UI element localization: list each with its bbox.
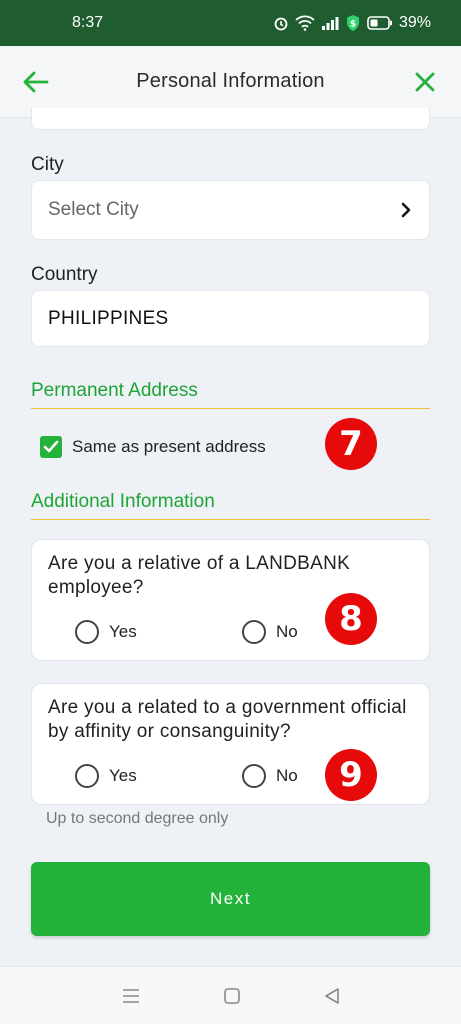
radio-label: No [276, 766, 298, 785]
hint-text: Up to second degree only [46, 810, 229, 827]
step-badge-7: 7 [325, 418, 377, 470]
battery-percent: 39% [398, 14, 431, 31]
system-nav-bar [0, 966, 461, 1024]
check-icon [43, 440, 59, 453]
permanent-address-title: Permanent Address [31, 380, 430, 409]
radio-button[interactable] [75, 764, 99, 788]
svg-text:$: $ [350, 20, 356, 30]
status-bar: 8:37 $ 39% [0, 0, 461, 46]
same-address-checkbox[interactable] [40, 436, 62, 458]
previous-field-edge [31, 108, 430, 130]
radio-option-no[interactable]: No [242, 764, 298, 788]
alarm-icon [274, 17, 288, 31]
country-field[interactable]: PHILIPPINES [31, 290, 430, 347]
wifi-icon [295, 15, 315, 31]
menu-icon[interactable] [122, 988, 140, 1004]
next-button[interactable]: Next [31, 862, 430, 936]
radio-button[interactable] [75, 620, 99, 644]
page-title: Personal Information [136, 70, 325, 92]
shield-dollar-icon: $ [346, 15, 359, 31]
radio-button[interactable] [242, 764, 266, 788]
battery-icon [367, 16, 392, 30]
back-button[interactable] [18, 64, 54, 100]
arrow-left-icon [23, 71, 49, 92]
signal-icon [321, 17, 339, 30]
question-text: Are you a related to a government offici… [48, 697, 407, 742]
back-triangle-icon[interactable] [324, 987, 340, 1005]
radio-option-yes[interactable]: Yes [75, 764, 137, 788]
city-label: City [31, 154, 64, 175]
status-icons: $ 39% [273, 14, 431, 32]
radio-label: No [276, 622, 298, 641]
country-label: Country [31, 264, 98, 285]
step-badge-8: 8 [325, 593, 377, 645]
radio-button[interactable] [242, 620, 266, 644]
additional-information-title: Additional Information [31, 491, 430, 520]
city-placeholder: Select City [48, 199, 139, 220]
radio-option-no[interactable]: No [242, 620, 298, 644]
question-card-landbank: Are you a relative of a LANDBANK employe… [31, 539, 430, 661]
step-badge-9: 9 [325, 749, 377, 801]
radio-label: Yes [109, 766, 137, 785]
status-time: 8:37 [72, 14, 104, 31]
home-icon[interactable] [223, 987, 241, 1005]
close-icon [415, 72, 435, 91]
chevron-right-icon [399, 201, 413, 219]
country-value: PHILIPPINES [48, 307, 169, 329]
close-button[interactable] [407, 64, 443, 100]
same-address-checkbox-row[interactable]: Same as present address [40, 436, 266, 458]
radio-option-yes[interactable]: Yes [75, 620, 137, 644]
radio-label: Yes [109, 622, 137, 641]
question-text: Are you a relative of a LANDBANK employe… [48, 553, 351, 598]
city-select[interactable]: Select City [31, 180, 430, 240]
same-address-label: Same as present address [72, 437, 266, 456]
